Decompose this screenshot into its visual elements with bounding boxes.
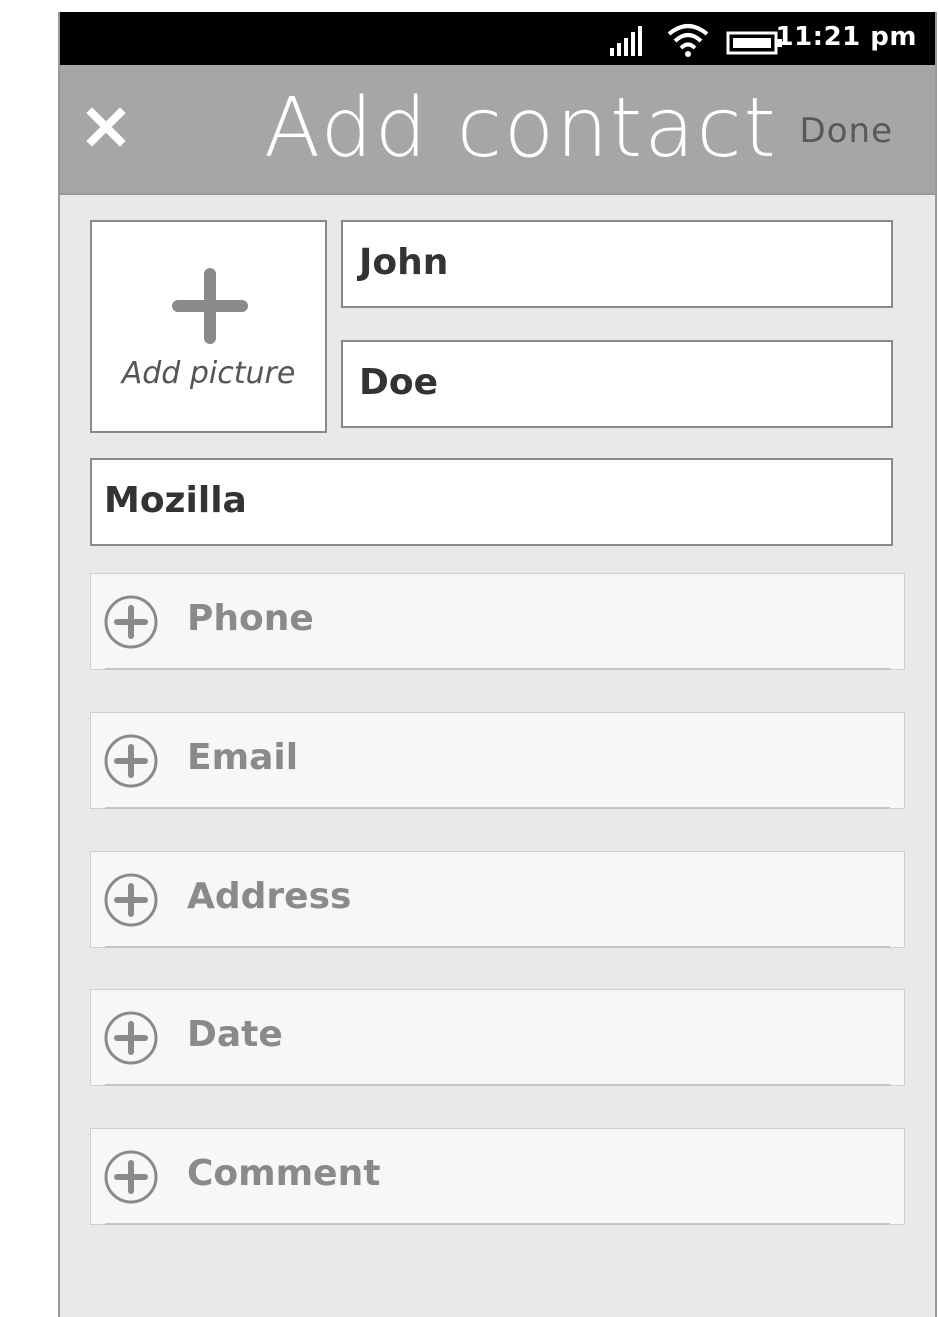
add-circle-icon [104,1150,158,1204]
header-bar: Add contact Done [60,65,935,195]
add-date-button[interactable]: Date [90,989,905,1086]
add-picture-button[interactable]: Add picture [90,220,327,433]
add-row-label: Email [187,737,299,778]
add-circle-icon [104,595,158,649]
phone-screen: 11:21 pm Add contact Done Add picture Jo… [58,12,937,1317]
company-field[interactable]: Mozilla [90,458,893,546]
add-row-label: Date [187,1014,283,1055]
last-name-field[interactable]: Doe [341,340,893,428]
first-name-field[interactable]: John [341,220,893,308]
add-circle-icon [104,734,158,788]
add-row-label: Comment [187,1153,381,1194]
add-row-label: Address [187,876,352,917]
done-button[interactable]: Done [800,111,893,151]
signal-icon [610,26,642,56]
wifi-icon [667,24,709,57]
add-picture-label: Add picture [121,356,296,391]
add-comment-button[interactable]: Comment [90,1128,905,1225]
status-time: 11:21 pm [775,22,917,52]
add-row-label: Phone [187,598,314,639]
add-phone-button[interactable]: Phone [90,573,905,670]
page-title: Add contact [264,81,778,176]
add-address-button[interactable]: Address [90,851,905,948]
status-bar: 11:21 pm [60,12,935,65]
close-icon[interactable] [82,103,130,151]
plus-icon [172,268,248,344]
add-circle-icon [104,873,158,927]
add-circle-icon [104,1011,158,1065]
add-email-button[interactable]: Email [90,712,905,809]
